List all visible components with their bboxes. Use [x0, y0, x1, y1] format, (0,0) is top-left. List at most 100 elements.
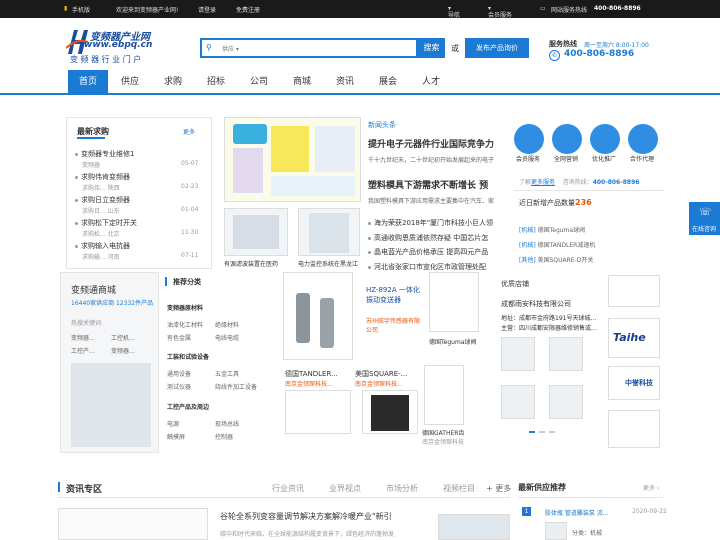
center-banner-image[interactable] — [224, 117, 361, 202]
news-tab[interactable]: 行业资讯 — [272, 483, 304, 494]
recommend-item[interactable]: 五金工具 — [215, 369, 239, 378]
rec-supply-more[interactable]: 更多 › — [643, 483, 659, 492]
list-item[interactable]: 晶电蓝光产品价格承压 提高四元产品 — [368, 247, 494, 257]
online-consult-button[interactable]: ☏ 在线咨询 — [689, 202, 720, 235]
news-tab[interactable]: 业界视点 — [329, 483, 361, 494]
center-image-1-caption[interactable]: 有源滤波装置在医药 — [224, 259, 290, 268]
carousel-dot[interactable] — [539, 431, 545, 433]
recommend-item[interactable]: 通用设备 — [167, 369, 191, 378]
nav-news[interactable]: 资讯 — [325, 70, 365, 95]
recommend-item[interactable]: 绝缘材料 — [215, 320, 239, 329]
hot-keyword[interactable]: 工控产... — [71, 346, 95, 355]
service-name[interactable]: 全网营销 — [554, 154, 578, 163]
recommend-item[interactable]: 绕线件加工设备 — [215, 382, 257, 391]
publish-inquiry-button[interactable]: 发布产品询价 — [465, 38, 529, 58]
product-title[interactable]: 德国TANDLER... — [285, 369, 351, 379]
list-item[interactable]: 求购日立变频器 求购日... 山东 01-04 — [75, 194, 205, 216]
news-image[interactable] — [58, 508, 208, 540]
service-name[interactable]: 优化推广 — [592, 154, 616, 163]
news-headline[interactable]: 谷轮全系列变容量调节解决方案解冷暖产业"新引 — [220, 511, 432, 522]
center-image-1[interactable] — [224, 208, 288, 256]
nav-home[interactable]: 首页 — [68, 70, 108, 95]
center-image-2[interactable] — [298, 208, 360, 256]
recommend-item[interactable]: 电线电缆 — [215, 333, 239, 342]
partner-logo-4[interactable] — [608, 410, 660, 448]
gallery-thumb[interactable] — [549, 337, 583, 371]
register-link[interactable]: 免费注册 — [236, 5, 260, 14]
product-title[interactable]: HZ-892A 一体化振动变送器 — [366, 285, 424, 305]
nav-expo[interactable]: 展会 — [368, 70, 408, 95]
list-item[interactable]: 变频器专业维修1 变频器 05-07 — [75, 148, 205, 170]
list-item[interactable]: 高通收购恩质浦依然存疑 中国芯片怎 — [368, 233, 494, 243]
partner-logo-1[interactable] — [608, 275, 660, 307]
product-sensor-image[interactable] — [283, 272, 353, 360]
service-name[interactable]: 会员服务 — [516, 154, 540, 163]
search-input[interactable] — [254, 41, 404, 55]
recommend-item[interactable]: 电源 — [167, 419, 179, 428]
agency-icon[interactable] — [628, 124, 658, 154]
carousel-dot[interactable] — [529, 431, 535, 433]
more-service-link[interactable]: 更多服务 — [531, 179, 555, 186]
nav-talent[interactable]: 人才 — [411, 70, 451, 95]
list-item[interactable]: [机械] 德国Teguma球阀 — [519, 225, 585, 234]
list-item[interactable]: 海为荣获2018年"厦门市科技小巨人领 — [368, 218, 494, 228]
product-switch-image[interactable] — [362, 390, 418, 434]
quality-shop-name[interactable]: 成都雨安科技有限公司 — [501, 299, 571, 309]
product-gear-image[interactable] — [424, 365, 464, 425]
logo-mark[interactable] — [65, 28, 89, 54]
member-dropdown[interactable]: 会员服务 ▾ — [488, 5, 512, 19]
mall-machine-image[interactable] — [71, 363, 151, 447]
news-image-2[interactable] — [438, 514, 510, 540]
partner-logo-2[interactable]: Taihe — [608, 318, 660, 358]
product-seller[interactable]: 南京金领琛科技... — [285, 379, 351, 388]
product-seller[interactable]: 南京金领琛科技 — [422, 437, 464, 446]
product-title[interactable]: 德国Teguma球阀 — [429, 337, 476, 346]
list-item[interactable]: [机械] 德国TANDLER减速机 — [519, 240, 595, 249]
headline-2[interactable]: 塑料模具下游需求不断增长 预 — [368, 178, 494, 191]
rec-supply-item[interactable]: 胶体瓶 管道雕装泵 流... — [545, 508, 617, 517]
recommend-item[interactable]: 控制器 — [215, 432, 233, 441]
search-button[interactable]: 搜索 — [418, 38, 445, 58]
recommend-item[interactable]: 测试仪器 — [167, 382, 191, 391]
list-item[interactable]: [其他] 美国SQUARE-D开关 — [519, 255, 593, 264]
nav-supply[interactable]: 供应 — [110, 70, 150, 95]
nav-company[interactable]: 公司 — [239, 70, 279, 95]
hot-keyword[interactable]: 变频器... — [71, 333, 95, 342]
nav-tender[interactable]: 招标 — [196, 70, 236, 95]
gallery-thumb[interactable] — [549, 385, 583, 419]
center-image-2-caption[interactable]: 电力监控系统在黑龙江 — [298, 259, 362, 268]
nav-mall[interactable]: 商城 — [282, 70, 322, 95]
recommend-item[interactable]: 触摸屏 — [167, 432, 185, 441]
list-item[interactable]: 河北省张家口市宣化区市政管理处配 — [368, 262, 494, 272]
mobile-link[interactable]: 手机版 — [72, 5, 90, 14]
product-seller[interactable]: 苏州航宇传感器有限公司 — [366, 316, 424, 334]
product-title[interactable]: 美国SQUARE-... — [355, 369, 421, 379]
latest-buy-more[interactable]: 更多 — [183, 127, 195, 136]
list-item[interactable]: 求购松下定时开关 求购松... 北京 11-30 — [75, 217, 205, 239]
promotion-icon[interactable] — [590, 124, 620, 154]
nav-buy[interactable]: 求购 — [153, 70, 193, 95]
product-valve-image[interactable] — [429, 272, 479, 332]
news-tab[interactable]: 视频栏目 — [443, 483, 475, 494]
product-title[interactable]: 德国GATHER齿 — [422, 428, 464, 437]
rec-supply-thumb[interactable] — [545, 522, 567, 540]
partner-logo-3[interactable]: 中誉科技 — [608, 366, 660, 400]
nav-dropdown[interactable]: 导航 ▾ — [448, 5, 460, 19]
news-tab[interactable]: 市场分析 — [386, 483, 418, 494]
service-name[interactable]: 合作代理 — [630, 154, 654, 163]
gallery-thumb[interactable] — [501, 385, 535, 419]
carousel-dot[interactable] — [549, 431, 555, 433]
product-seller[interactable]: 南京金领琛科技... — [355, 379, 421, 388]
hot-keyword[interactable]: 工控机... — [111, 333, 135, 342]
search-category-select[interactable]: 供应 ▾ — [222, 44, 239, 53]
list-item[interactable]: 求购输入电抗器 求购输... 河南 07-11 — [75, 240, 205, 262]
marketing-icon[interactable] — [552, 124, 582, 154]
gallery-thumb[interactable] — [501, 337, 535, 371]
recommend-item[interactable]: 油漆化工材料 — [167, 320, 203, 329]
recommend-item[interactable]: 有色金属 — [167, 333, 191, 342]
news-more-link[interactable]: + 更多 — [486, 483, 511, 494]
hot-keyword[interactable]: 变频器... — [111, 346, 135, 355]
headline-1[interactable]: 提升电子元器件行业国际竞争力 — [368, 137, 494, 150]
list-item[interactable]: 求购伟肯变频器 求购伟... 陕西 02-23 — [75, 171, 205, 193]
product-reducer-image[interactable] — [285, 390, 351, 434]
